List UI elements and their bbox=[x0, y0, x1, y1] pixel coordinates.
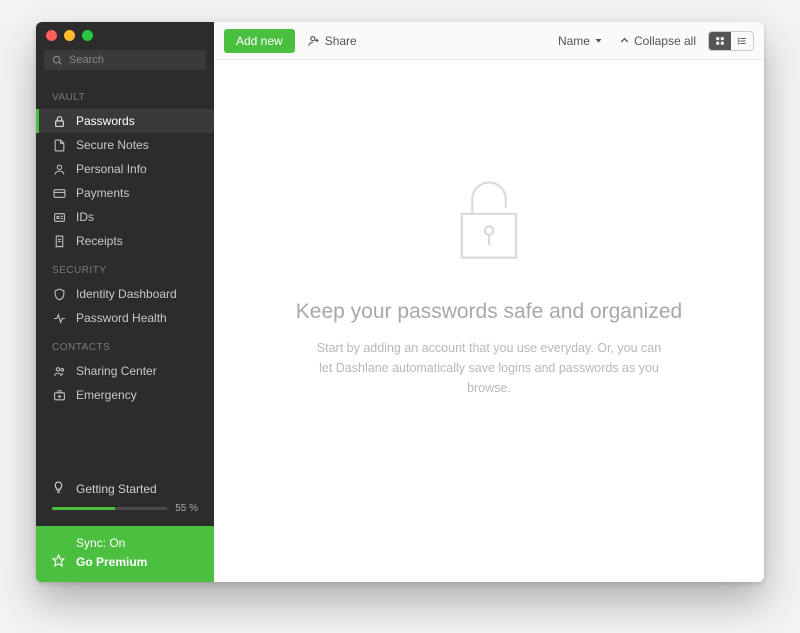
section-header-contacts: CONTACTS bbox=[36, 330, 214, 359]
search-container[interactable] bbox=[44, 50, 206, 70]
grid-view-button[interactable] bbox=[709, 32, 731, 50]
fullscreen-window-button[interactable] bbox=[82, 30, 93, 41]
grid-icon bbox=[715, 36, 725, 46]
shield-icon bbox=[52, 287, 66, 301]
sync-status-label: Sync: On bbox=[76, 536, 125, 550]
window-controls bbox=[46, 30, 93, 41]
chevron-up-icon bbox=[619, 35, 630, 46]
toolbar: Add new Share Name Collapse all bbox=[214, 22, 764, 60]
add-new-button[interactable]: Add new bbox=[224, 29, 295, 53]
collapse-all-button[interactable]: Collapse all bbox=[619, 34, 696, 48]
sidebar-item-sharing-center[interactable]: Sharing Center bbox=[36, 359, 214, 383]
chevron-down-icon bbox=[594, 36, 603, 45]
empty-state-title: Keep your passwords safe and organized bbox=[296, 300, 682, 324]
list-view-button[interactable] bbox=[731, 32, 753, 50]
section-header-security: SECURITY bbox=[36, 253, 214, 282]
share-label: Share bbox=[325, 34, 357, 48]
person-icon bbox=[52, 162, 66, 176]
note-icon bbox=[52, 138, 66, 152]
list-icon bbox=[737, 36, 747, 46]
sidebar-item-label: Emergency bbox=[76, 388, 137, 402]
sidebar-item-label: Secure Notes bbox=[76, 138, 149, 152]
sidebar-item-label: Password Health bbox=[76, 311, 167, 325]
go-premium-button[interactable]: Go Premium bbox=[52, 552, 198, 572]
lightbulb-icon bbox=[52, 481, 66, 497]
sidebar-item-ids[interactable]: IDs bbox=[36, 205, 214, 229]
search-input[interactable] bbox=[69, 54, 198, 66]
app-window: VAULT Passwords Secure Notes Personal In… bbox=[36, 22, 764, 582]
sidebar-item-secure-notes[interactable]: Secure Notes bbox=[36, 133, 214, 157]
people-icon bbox=[52, 364, 66, 378]
sidebar-item-label: Payments bbox=[76, 186, 129, 200]
close-window-button[interactable] bbox=[46, 30, 57, 41]
receipt-icon bbox=[52, 234, 66, 248]
sidebar-item-label: Passwords bbox=[76, 114, 135, 128]
go-premium-label: Go Premium bbox=[76, 555, 147, 569]
sort-dropdown[interactable]: Name bbox=[558, 34, 607, 48]
sidebar-item-label: Personal Info bbox=[76, 162, 147, 176]
id-card-icon bbox=[52, 210, 66, 224]
getting-started-progress-bar bbox=[52, 507, 167, 510]
sidebar-item-label: Identity Dashboard bbox=[76, 287, 177, 301]
sort-label: Name bbox=[558, 34, 590, 48]
empty-lock-icon bbox=[446, 170, 532, 266]
sidebar-item-identity-dashboard[interactable]: Identity Dashboard bbox=[36, 282, 214, 306]
section-header-vault: VAULT bbox=[36, 80, 214, 109]
sidebar-item-personal-info[interactable]: Personal Info bbox=[36, 157, 214, 181]
sidebar-item-payments[interactable]: Payments bbox=[36, 181, 214, 205]
lock-icon bbox=[52, 114, 66, 128]
sidebar: VAULT Passwords Secure Notes Personal In… bbox=[36, 22, 214, 582]
main-content: Add new Share Name Collapse all bbox=[214, 22, 764, 582]
getting-started-panel[interactable]: Getting Started 55 % bbox=[36, 471, 214, 526]
health-pulse-icon bbox=[52, 311, 66, 325]
sidebar-item-label: Sharing Center bbox=[76, 364, 157, 378]
empty-state-subtitle: Start by adding an account that you use … bbox=[309, 338, 669, 398]
sidebar-item-label: Receipts bbox=[76, 234, 123, 248]
getting-started-label: Getting Started bbox=[76, 482, 157, 496]
sidebar-item-label: IDs bbox=[76, 210, 94, 224]
progress-percent-text: 55 % bbox=[175, 503, 198, 514]
view-toggle bbox=[708, 31, 754, 51]
minimize-window-button[interactable] bbox=[64, 30, 75, 41]
sidebar-item-password-health[interactable]: Password Health bbox=[36, 306, 214, 330]
empty-state: Keep your passwords safe and organized S… bbox=[214, 60, 764, 582]
sidebar-item-emergency[interactable]: Emergency bbox=[36, 383, 214, 407]
sync-status[interactable]: Sync: On bbox=[52, 534, 198, 552]
search-icon bbox=[52, 55, 63, 66]
credit-card-icon bbox=[52, 186, 66, 200]
sidebar-item-passwords[interactable]: Passwords bbox=[36, 109, 214, 133]
sidebar-item-receipts[interactable]: Receipts bbox=[36, 229, 214, 253]
sidebar-bottom-panel: Sync: On Go Premium bbox=[36, 526, 214, 582]
star-icon bbox=[52, 554, 66, 570]
share-person-icon bbox=[307, 34, 321, 48]
share-button[interactable]: Share bbox=[307, 34, 357, 48]
collapse-label: Collapse all bbox=[634, 34, 696, 48]
emergency-kit-icon bbox=[52, 388, 66, 402]
progress-fill bbox=[52, 507, 115, 510]
